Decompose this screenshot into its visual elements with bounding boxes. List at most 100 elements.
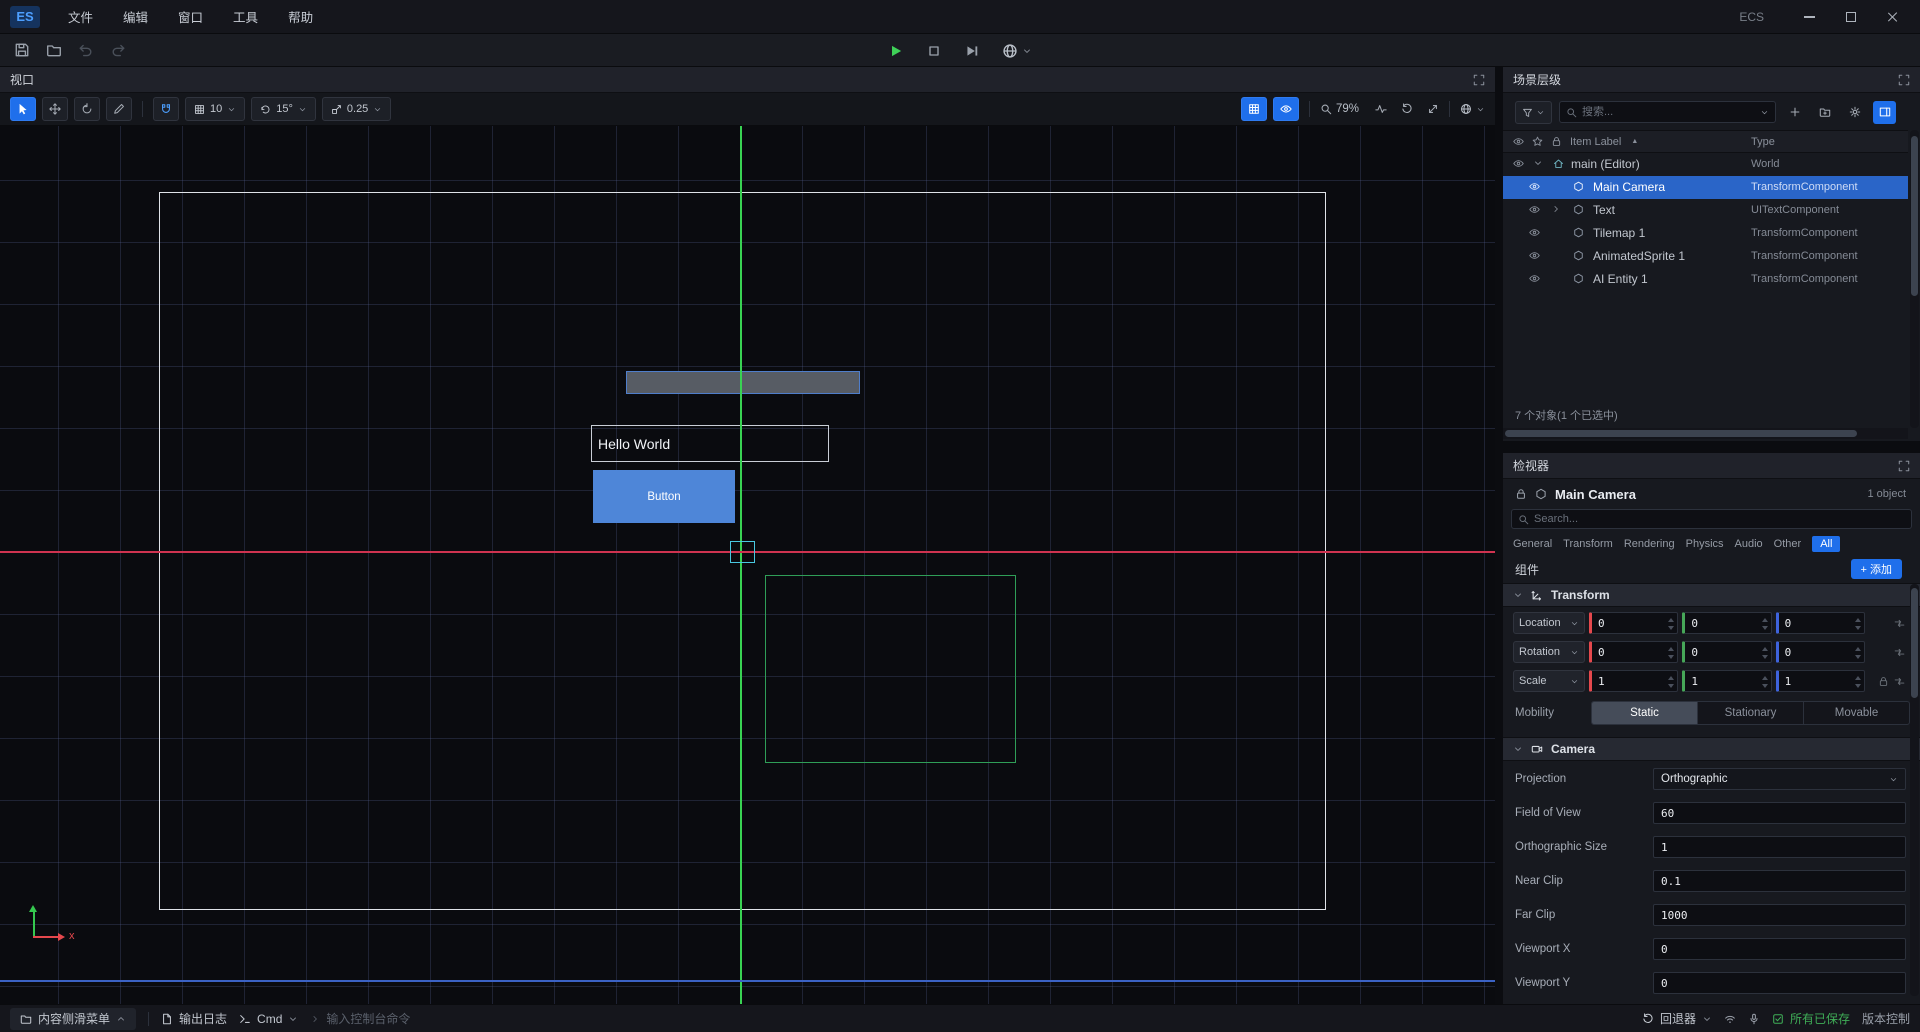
run-target-dropdown[interactable] — [1002, 43, 1032, 59]
far-clip-input[interactable] — [1653, 904, 1906, 926]
inspector-search-input[interactable] — [1534, 513, 1905, 525]
menu-tools[interactable]: 工具 — [219, 2, 272, 31]
new-folder-button[interactable] — [1813, 101, 1836, 124]
tab-audio[interactable]: Audio — [1735, 538, 1763, 550]
save-icon[interactable] — [14, 42, 30, 58]
grid-snap-dropdown[interactable]: 10 — [185, 97, 245, 121]
visibility-eye-icon[interactable] — [1529, 273, 1540, 284]
step-button[interactable] — [964, 43, 980, 59]
hierarchy-search[interactable] — [1559, 101, 1776, 123]
location-x-input[interactable] — [1592, 617, 1677, 630]
hierarchy-row-main-camera[interactable]: Main Camera TransformComponent — [1503, 176, 1908, 199]
microphone-icon[interactable] — [1748, 1013, 1760, 1025]
reset-link-icon[interactable] — [1894, 618, 1905, 629]
open-folder-icon[interactable] — [46, 42, 62, 58]
menu-edit[interactable]: 编辑 — [109, 2, 162, 31]
spinner-icon[interactable] — [1854, 616, 1862, 632]
origin-selection-handle[interactable] — [730, 541, 755, 563]
viewport-world-dropdown[interactable] — [1460, 103, 1485, 115]
chevron-down-icon[interactable] — [1533, 158, 1543, 168]
visibility-eye-icon[interactable] — [1529, 204, 1540, 215]
scene-ui-button[interactable]: Button — [593, 470, 735, 523]
stop-button[interactable] — [926, 43, 942, 59]
add-component-button[interactable]: + 添加 — [1851, 559, 1902, 579]
minimize-button[interactable] — [1792, 4, 1826, 30]
viewport-y-input[interactable] — [1653, 972, 1906, 994]
spinner-icon[interactable] — [1761, 645, 1769, 661]
undo-icon[interactable] — [78, 42, 94, 58]
scale-y-input[interactable] — [1685, 675, 1770, 688]
mobility-movable-option[interactable]: Movable — [1804, 702, 1909, 724]
scene-entity-outline[interactable] — [765, 575, 1016, 763]
star-column-icon[interactable] — [1532, 136, 1543, 147]
content-drawer-button[interactable]: 内容侧滑菜单 — [10, 1008, 136, 1030]
history-dropdown[interactable]: 回退器 — [1642, 1010, 1712, 1027]
scrollbar-thumb[interactable] — [1911, 588, 1918, 698]
menu-help[interactable]: 帮助 — [274, 2, 327, 31]
tab-transform[interactable]: Transform — [1563, 538, 1613, 550]
output-log-button[interactable]: 输出日志 — [161, 1010, 227, 1027]
spinner-icon[interactable] — [1667, 616, 1675, 632]
tab-general[interactable]: General — [1513, 538, 1552, 550]
rotate-tool-button[interactable] — [74, 97, 100, 121]
inspector-vertical-scrollbar[interactable] — [1910, 584, 1919, 996]
spinner-icon[interactable] — [1667, 674, 1675, 690]
rotation-x-input[interactable] — [1592, 646, 1677, 659]
scale-z-input[interactable] — [1779, 675, 1864, 688]
hierarchy-row-tilemap[interactable]: Tilemap 1 TransformComponent — [1503, 222, 1908, 245]
tab-physics[interactable]: Physics — [1686, 538, 1724, 550]
hierarchy-vertical-scrollbar[interactable] — [1910, 130, 1919, 428]
hierarchy-row-ai-entity[interactable]: AI Entity 1 TransformComponent — [1503, 268, 1908, 291]
cmd-dropdown[interactable]: Cmd — [239, 1012, 298, 1026]
visibility-eye-icon[interactable] — [1529, 181, 1540, 192]
snap-toggle-button[interactable] — [153, 97, 179, 121]
projection-select[interactable]: Orthographic — [1653, 768, 1906, 790]
lock-column-icon[interactable] — [1551, 136, 1562, 147]
visibility-eye-icon[interactable] — [1529, 250, 1540, 261]
lock-icon[interactable] — [1515, 488, 1527, 500]
console-command-input[interactable]: 输入控制台命令 — [310, 1010, 410, 1027]
spinner-icon[interactable] — [1761, 616, 1769, 632]
maximize-button[interactable] — [1834, 4, 1868, 30]
menu-window[interactable]: 窗口 — [164, 2, 217, 31]
hierarchy-row-animatedsprite[interactable]: AnimatedSprite 1 TransformComponent — [1503, 245, 1908, 268]
zoom-control[interactable]: 79% — [1320, 103, 1359, 115]
hierarchy-search-input[interactable] — [1582, 106, 1755, 118]
visibility-eye-icon[interactable] — [1513, 158, 1524, 169]
move-tool-button[interactable] — [42, 97, 68, 121]
spinner-icon[interactable] — [1761, 674, 1769, 690]
tab-other[interactable]: Other — [1774, 538, 1802, 550]
tab-all[interactable]: All — [1812, 536, 1840, 552]
tab-rendering[interactable]: Rendering — [1624, 538, 1675, 550]
save-status[interactable]: 所有已保存 — [1772, 1010, 1850, 1027]
camera-section-header[interactable]: Camera — [1503, 737, 1920, 761]
scale-x-input[interactable] — [1592, 675, 1677, 688]
select-tool-button[interactable] — [10, 97, 36, 121]
reset-link-icon[interactable] — [1894, 647, 1905, 658]
scrollbar-thumb[interactable] — [1505, 430, 1857, 437]
redo-icon[interactable] — [110, 42, 126, 58]
mobility-static-option[interactable]: Static — [1592, 702, 1698, 724]
reset-view-icon[interactable] — [1401, 103, 1413, 115]
menu-file[interactable]: 文件 — [54, 2, 107, 31]
near-clip-input[interactable] — [1653, 870, 1906, 892]
rotation-mode-dropdown[interactable]: Rotation — [1513, 641, 1585, 663]
close-button[interactable] — [1876, 4, 1910, 30]
filter-dropdown[interactable] — [1515, 101, 1552, 124]
viewport-canvas[interactable]: Hello World Button x — [0, 126, 1495, 1004]
inspector-expand-icon[interactable] — [1898, 460, 1910, 472]
hierarchy-expand-icon[interactable] — [1898, 74, 1910, 86]
spinner-icon[interactable] — [1854, 645, 1862, 661]
spinner-icon[interactable] — [1667, 645, 1675, 661]
version-control-button[interactable]: 版本控制 — [1862, 1010, 1910, 1027]
hierarchy-row-main[interactable]: main (Editor) World — [1503, 153, 1908, 176]
grid-visibility-button[interactable] — [1241, 97, 1267, 121]
column-item-label[interactable]: Item Label — [1570, 136, 1621, 148]
spinner-icon[interactable] — [1854, 674, 1862, 690]
scene-text-element[interactable]: Hello World — [591, 425, 829, 462]
inspector-search[interactable] — [1511, 509, 1912, 529]
column-type[interactable]: Type — [1751, 136, 1775, 148]
edit-tool-button[interactable] — [106, 97, 132, 121]
field-of-view-input[interactable] — [1653, 802, 1906, 824]
scrollbar-thumb[interactable] — [1911, 136, 1918, 296]
